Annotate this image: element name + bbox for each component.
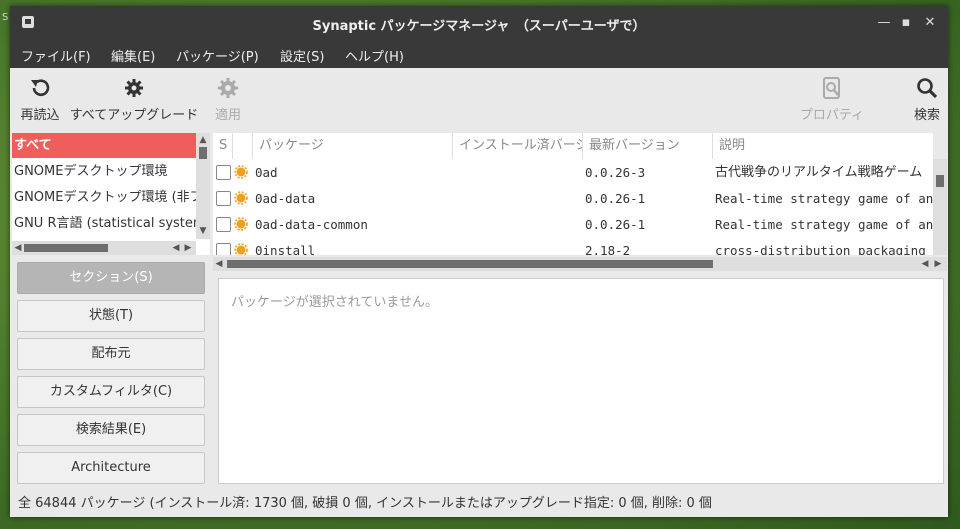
table-scroll-right-arrow-icon[interactable]: ▶ — [932, 258, 944, 270]
filter-item-gnome[interactable]: GNOMEデスクトップ環境 — [12, 159, 198, 184]
window-title: Synaptic パッケージマネージャ （スーパーユーザで） — [312, 19, 646, 34]
installed-version — [455, 160, 581, 186]
install-checkbox[interactable] — [216, 243, 231, 255]
scroll-left-arrow-icon[interactable]: ◀ — [12, 242, 24, 254]
package-status-icon — [234, 217, 248, 231]
menu-package[interactable]: パッケージ(P) — [176, 46, 259, 65]
package-details-pane: パッケージが選択されていません。 — [218, 278, 944, 484]
install-checkbox[interactable] — [216, 217, 231, 232]
gear-icon — [125, 79, 143, 97]
section-button[interactable]: セクション(S) — [17, 262, 205, 294]
package-name: 0ad-data-common — [255, 217, 368, 232]
reload-icon — [31, 79, 50, 97]
table-row[interactable]: 0ad 0.0.26-3 古代戦争のリアルタイム戦略ゲーム — [213, 160, 933, 186]
filter-list: すべて GNOMEデスクトップ環境 GNOMEデスクトップ環境 (非フリー) G… — [12, 133, 210, 255]
table-hscrollbar[interactable]: ◀ ◀ ▶ — [213, 257, 947, 271]
scroll-right-arrow-icon[interactable]: ▶ — [182, 242, 194, 254]
origin-button[interactable]: 配布元 — [17, 338, 205, 370]
latest-version: 0.0.26-1 — [585, 217, 646, 232]
installed-version — [455, 238, 581, 255]
custom-filter-button[interactable]: カスタムフィルタ(C) — [17, 376, 205, 408]
installed-version — [455, 212, 581, 238]
status-button[interactable]: 状態(T) — [17, 300, 205, 332]
architecture-button[interactable]: Architecture — [17, 452, 205, 484]
menu-settings[interactable]: 設定(S) — [280, 46, 324, 65]
table-hscroll-thumb[interactable] — [227, 260, 713, 268]
package-description: Real-time strategy game of ancient warfa… — [715, 191, 933, 206]
column-header-description[interactable]: 説明 — [713, 133, 933, 159]
status-bar: 全 64844 パッケージ (インストール済: 1730 個, 破損 0 個, … — [18, 496, 712, 511]
properties-button[interactable]: プロパティ — [798, 76, 866, 123]
minimize-button[interactable]: — — [876, 15, 892, 31]
table-scroll-left-arrow-icon-2[interactable]: ◀ — [919, 258, 931, 270]
package-description: 古代戦争のリアルタイム戦略ゲーム — [715, 165, 923, 180]
filter-vscrollbar[interactable]: ▲ ▼ — [196, 133, 210, 239]
package-description: cross-distribution packaging system — [715, 243, 933, 255]
scroll-up-arrow-icon[interactable]: ▲ — [197, 134, 209, 146]
package-description: Real-time strategy game of ancient warfa… — [715, 217, 933, 232]
install-checkbox[interactable] — [216, 191, 231, 206]
search-label: 検索 — [913, 108, 940, 123]
install-checkbox[interactable] — [216, 165, 231, 180]
filter-item-gnu-r[interactable]: GNU R言語 (statistical system) — [12, 211, 198, 236]
reload-label: 再読込 — [20, 108, 60, 123]
column-header-latest[interactable]: 最新バージョン — [583, 133, 713, 159]
filter-vscroll-thumb[interactable] — [199, 147, 207, 159]
synaptic-window: Synaptic パッケージマネージャ （スーパーユーザで） — ▪ ✕ ファイ… — [10, 6, 948, 517]
table-row[interactable]: 0ad-data 0.0.26-1 Real-time strategy gam… — [213, 186, 933, 212]
menu-help[interactable]: ヘルプ(H) — [345, 46, 404, 65]
title-bar: Synaptic パッケージマネージャ （スーパーユーザで） — ▪ ✕ — [10, 6, 948, 40]
latest-version: 2.18-2 — [585, 243, 631, 255]
filter-item-all[interactable]: すべて — [12, 133, 198, 158]
properties-icon — [823, 77, 840, 99]
latest-version: 0.0.26-3 — [585, 165, 646, 180]
apply-label: 適用 — [214, 108, 241, 123]
properties-label: プロパティ — [799, 108, 865, 123]
filter-item-gnome-nonfree[interactable]: GNOMEデスクトップ環境 (非フリー) — [12, 185, 198, 210]
column-header-status[interactable]: S — [213, 133, 233, 159]
apply-gear-icon — [218, 78, 238, 98]
package-status-icon — [234, 165, 248, 179]
package-table: S パッケージ インストール済バージョン 最新バージョン 説明 0ad 0.0.… — [213, 133, 933, 255]
menu-edit[interactable]: 編集(E) — [111, 46, 155, 65]
upgrade-all-button[interactable]: すべてアップグレード — [68, 76, 200, 123]
scroll-down-arrow-icon[interactable]: ▼ — [197, 225, 209, 237]
table-scroll-left-arrow-icon[interactable]: ◀ — [213, 258, 225, 270]
search-results-button[interactable]: 検索結果(E) — [17, 414, 205, 446]
package-name: 0ad-data — [255, 191, 316, 206]
package-name: 0ad — [255, 165, 278, 180]
latest-version: 0.0.26-1 — [585, 191, 646, 206]
maximize-button[interactable]: ▪ — [898, 15, 914, 31]
search-icon — [917, 78, 938, 99]
table-row[interactable]: 0install 2.18-2 cross-distribution packa… — [213, 238, 933, 255]
filter-hscrollbar[interactable]: ◀ ◀ ▶ — [12, 241, 196, 255]
desktop-edge-label: S — [2, 12, 9, 23]
filter-hscroll-thumb[interactable] — [24, 244, 108, 252]
toolbar: 再読込 すべてアップグレード 適用 プロパティ 検索 — [10, 68, 948, 132]
column-header-icon[interactable] — [233, 133, 253, 159]
apply-button[interactable]: 適用 — [210, 76, 246, 123]
table-vscrollbar[interactable] — [933, 159, 947, 255]
no-package-selected-message: パッケージが選択されていません。 — [231, 295, 438, 310]
table-row[interactable]: 0ad-data-common 0.0.26-1 Real-time strat… — [213, 212, 933, 238]
scroll-left-arrow-icon-2[interactable]: ◀ — [170, 242, 182, 254]
menu-bar: ファイル(F) 編集(E) パッケージ(P) 設定(S) ヘルプ(H) — [10, 40, 948, 68]
reload-button[interactable]: 再読込 — [20, 76, 60, 123]
column-header-package[interactable]: パッケージ — [253, 133, 453, 159]
menu-file[interactable]: ファイル(F) — [21, 46, 91, 65]
package-status-icon — [234, 191, 248, 205]
package-status-icon — [234, 243, 248, 255]
close-button[interactable]: ✕ — [922, 15, 938, 31]
installed-version — [455, 186, 581, 212]
column-header-installed[interactable]: インストール済バージョン — [453, 133, 583, 159]
search-button[interactable]: 検索 — [910, 76, 944, 123]
table-vscroll-thumb[interactable] — [936, 175, 944, 187]
upgrade-all-label: すべてアップグレード — [69, 108, 199, 123]
package-name: 0install — [255, 243, 316, 255]
